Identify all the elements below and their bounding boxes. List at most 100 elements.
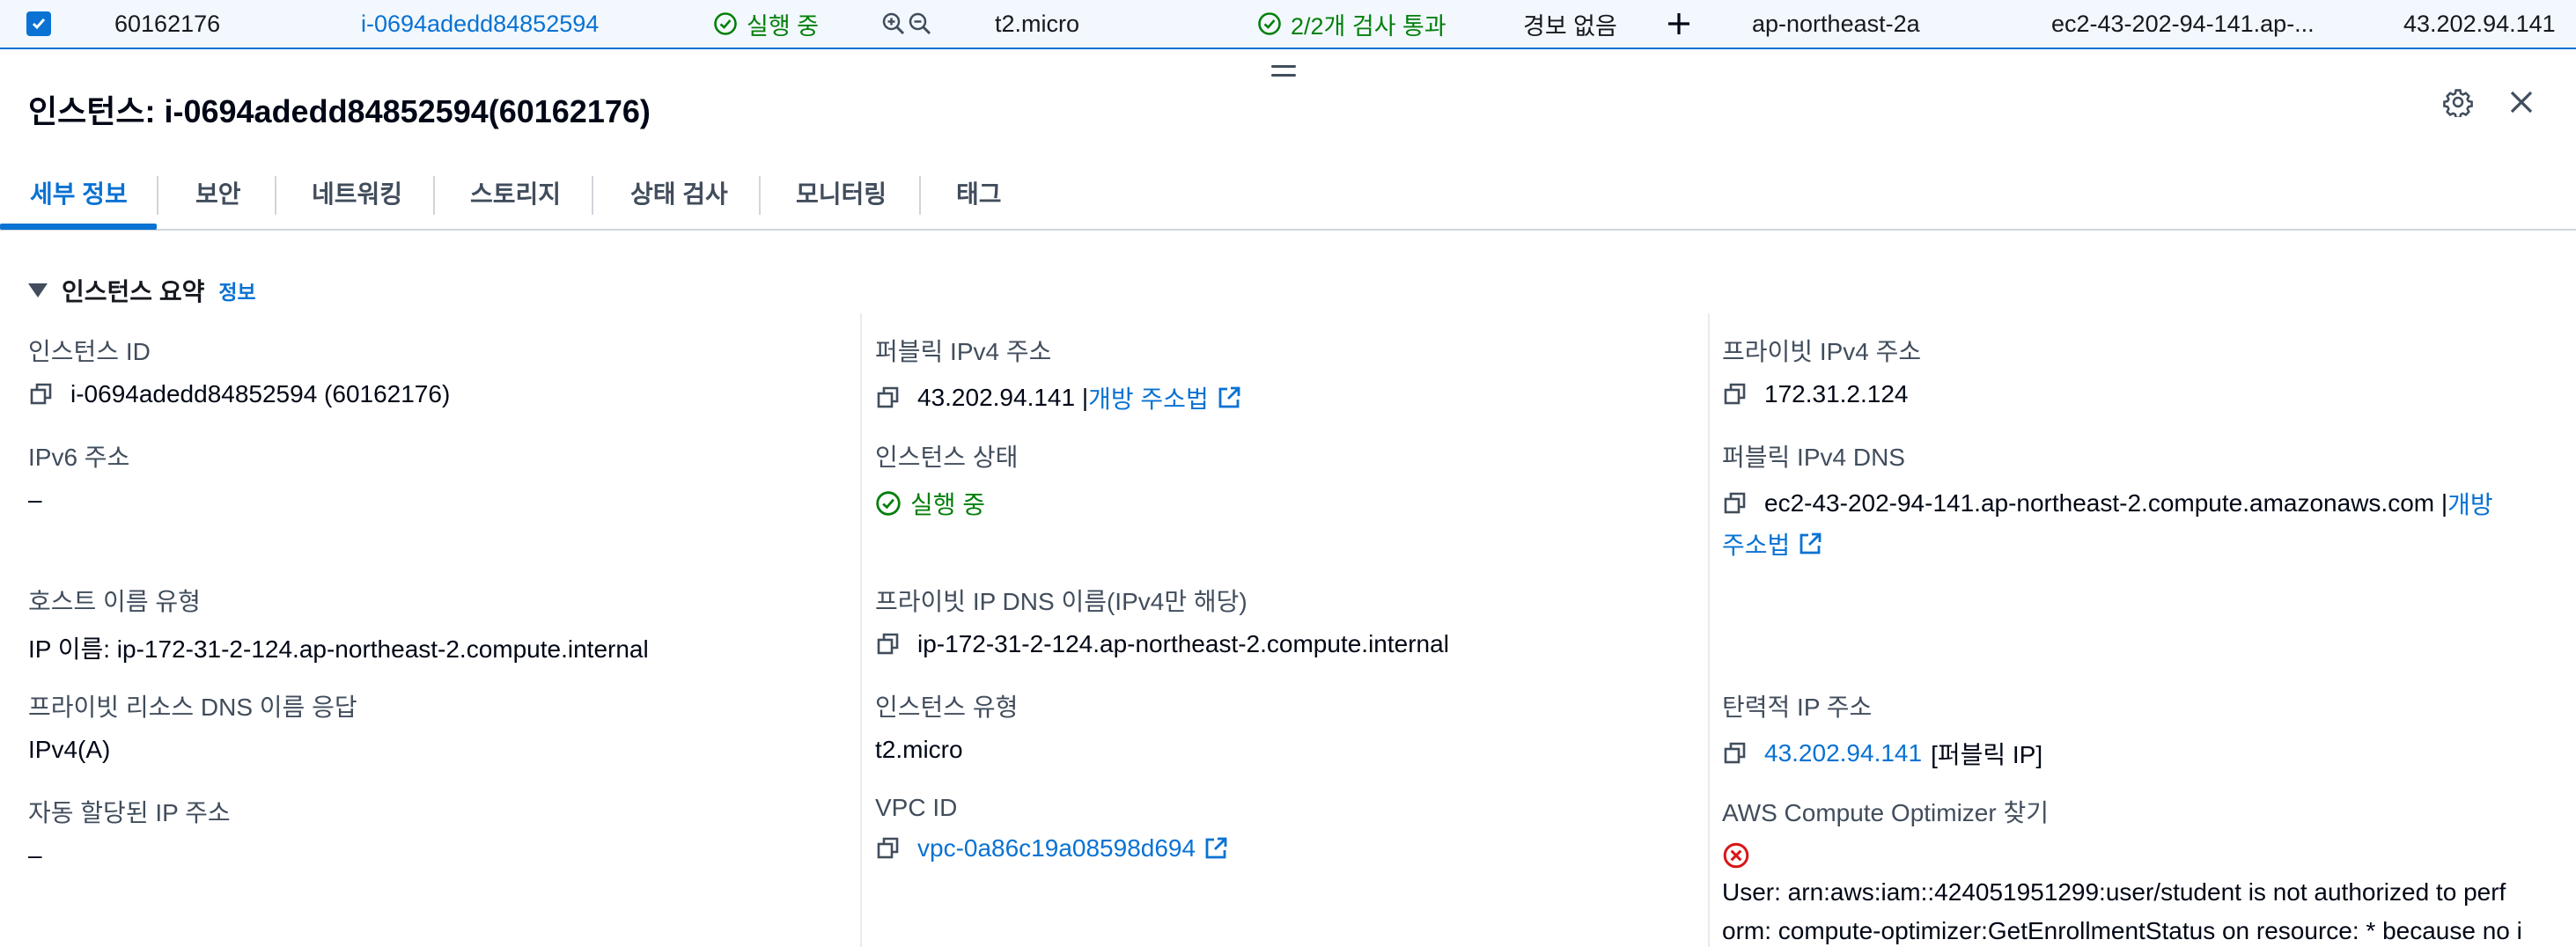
field-compute-optimizer: AWS Compute Optimizer 찾기 User: arn:aws:i…	[1722, 794, 2567, 947]
field-private-ipv4: 프라이빗 IPv4 주소 172.31.2.124	[1722, 333, 1921, 408]
field-private-dns-answer: 프라이빗 리소스 DNS 이름 응답 IPv4(A)	[28, 688, 357, 764]
tab-divider	[759, 176, 761, 215]
caret-down-icon[interactable]	[28, 283, 48, 297]
resize-handle[interactable]	[1271, 65, 1296, 83]
row-state-label: 실행 중	[747, 12, 820, 40]
field-label: 프라이빗 IP DNS 이름(IPv4만 해당)	[875, 588, 1248, 615]
tab-divider	[592, 176, 593, 215]
open-address-link-continued[interactable]: 주소법	[1722, 526, 1790, 562]
field-instance-type: 인스턴스 유형 t2.micro	[875, 688, 1018, 764]
tab-tags[interactable]: 태그	[956, 164, 1002, 222]
tab-security[interactable]: 보안	[195, 164, 241, 222]
field-label: AWS Compute Optimizer 찾기	[1722, 799, 2050, 826]
row-availability-zone: ap-northeast-2a	[1752, 10, 1920, 37]
field-ipv6: IPv6 주소 –	[28, 438, 129, 514]
copy-icon[interactable]	[875, 835, 902, 862]
field-label: 탄력적 IP 주소	[1722, 694, 1873, 721]
close-button[interactable]	[2502, 84, 2541, 123]
external-link-icon[interactable]	[1797, 531, 1823, 557]
settings-button[interactable]	[2439, 84, 2477, 123]
tab-divider	[157, 176, 158, 215]
page-title: 인스턴스: i-0694adedd84852594(60162176)	[28, 93, 651, 129]
row-status-check-label[interactable]: 2/2개 검사 통과	[1291, 7, 1446, 41]
column-divider	[860, 313, 862, 947]
field-value: t2.micro	[875, 736, 963, 763]
error-message-line: User: arn:aws:iam::424051951299:user/stu…	[1722, 878, 2506, 906]
open-address-link[interactable]: 개방 주소법	[1088, 380, 1209, 415]
active-tab-indicator	[0, 224, 157, 230]
copy-icon[interactable]	[1722, 740, 1748, 767]
vpc-id-link[interactable]: vpc-0a86c19a08598d694	[917, 834, 1196, 863]
row-checkbox[interactable]	[26, 0, 51, 48]
plus-icon[interactable]	[1666, 11, 1692, 37]
field-label: 자동 할당된 IP 주소	[28, 799, 231, 826]
tab-networking[interactable]: 네트워킹	[312, 164, 402, 222]
tab-divider	[919, 176, 921, 215]
tab-details[interactable]: 세부 정보	[30, 164, 128, 222]
copy-icon[interactable]	[875, 631, 902, 657]
tab-bar: 세부 정보 보안 네트워킹 스토리지 상태 검사 모니터링 태그	[0, 164, 2576, 231]
field-label: VPC ID	[875, 794, 958, 821]
field-value: –	[28, 841, 42, 869]
tab-divider	[275, 176, 276, 215]
field-public-ipv4: 퍼블릭 IPv4 주소 43.202.94.141 | 개방 주소법	[875, 333, 1242, 415]
column-divider	[1708, 313, 1710, 947]
row-state: 실행 중	[713, 0, 819, 48]
copy-icon[interactable]	[1722, 490, 1748, 517]
error-message-line: orm: compute-optimizer:GetEnrollmentStat…	[1722, 917, 2522, 944]
row-instance-type: t2.micro	[995, 10, 1080, 37]
field-value: 172.31.2.124	[1764, 380, 1909, 407]
field-instance-state: 인스턴스 상태 실행 중	[875, 438, 1018, 521]
row-public-dns: ec2-43-202-94-141.ap-...	[2051, 10, 2315, 37]
check-circle-icon	[875, 490, 902, 517]
tab-divider	[433, 176, 435, 215]
field-label: 인스턴스 상태	[875, 444, 1019, 471]
check-circle-icon	[713, 11, 738, 36]
section-title: 인스턴스 요약	[62, 278, 205, 305]
tab-status-checks[interactable]: 상태 검사	[630, 164, 728, 222]
field-vpc-id: VPC ID vpc-0a86c19a08598d694	[875, 794, 1229, 863]
elastic-ip-link[interactable]: 43.202.94.141	[1764, 739, 1922, 767]
row-zoom-controls[interactable]	[880, 0, 933, 48]
close-icon[interactable]	[2508, 89, 2535, 120]
field-value: –	[28, 486, 42, 513]
field-public-dns: 퍼블릭 IPv4 DNS ec2-43-202-94-141.ap-northe…	[1722, 438, 2558, 562]
external-link-icon[interactable]	[1203, 835, 1229, 862]
field-value: ip-172-31-2-124.ap-northeast-2.compute.i…	[917, 630, 1449, 657]
field-hostname-type: 호스트 이름 유형 IP 이름: ip-172-31-2-124.ap-nort…	[28, 583, 649, 665]
tab-monitoring[interactable]: 모니터링	[796, 164, 887, 222]
error-circle-icon	[1722, 841, 1750, 870]
field-label: 프라이빗 IPv4 주소	[1722, 338, 1922, 365]
field-elastic-ip: 탄력적 IP 주소 43.202.94.141 [퍼블릭 IP]	[1722, 688, 2042, 771]
row-status-check: 2/2개 검사 통과	[1257, 0, 1446, 48]
elastic-ip-suffix: [퍼블릭 IP]	[1931, 741, 2043, 768]
field-instance-id: 인스턴스 ID i-0694adedd84852594 (60162176)	[28, 333, 450, 408]
instance-summary-header[interactable]: 인스턴스 요약 정보	[28, 273, 256, 308]
field-label: 인스턴스 유형	[875, 694, 1019, 721]
row-instance-id-link[interactable]: i-0694adedd84852594	[361, 0, 599, 48]
zoom-out-icon[interactable]	[907, 11, 933, 37]
row-alarm-status: 경보 없음	[1523, 12, 1617, 40]
field-label: 퍼블릭 IPv4 주소	[875, 338, 1052, 365]
selected-instance-row[interactable]: 60162176 i-0694adedd84852594 실행 중 t2.mic…	[0, 0, 2576, 49]
external-link-icon[interactable]	[1216, 385, 1242, 411]
row-name: 60162176	[114, 10, 221, 37]
field-value: ec2-43-202-94-141.ap-northeast-2.compute…	[1764, 489, 2448, 517]
copy-icon[interactable]	[28, 381, 55, 407]
add-alarm-button[interactable]	[1666, 0, 1692, 48]
copy-icon[interactable]	[875, 385, 902, 411]
field-value: 43.202.94.141 |	[917, 384, 1089, 411]
row-public-ip: 43.202.94.141	[2403, 10, 2556, 37]
field-label: 호스트 이름 유형	[28, 588, 201, 615]
checkbox-checked-icon[interactable]	[26, 11, 51, 36]
zoom-in-icon[interactable]	[880, 11, 907, 37]
tab-storage[interactable]: 스토리지	[470, 164, 561, 222]
field-auto-assigned-ip: 자동 할당된 IP 주소 –	[28, 794, 231, 870]
gear-icon[interactable]	[2443, 87, 2473, 121]
info-link[interactable]: 정보	[218, 275, 255, 305]
field-private-ip-dns: 프라이빗 IP DNS 이름(IPv4만 해당) ip-172-31-2-124…	[875, 583, 1449, 658]
open-address-link[interactable]: 개방	[2447, 486, 2493, 521]
field-label: 인스턴스 ID	[28, 338, 151, 365]
field-value: 실행 중	[910, 491, 986, 518]
copy-icon[interactable]	[1722, 381, 1748, 407]
